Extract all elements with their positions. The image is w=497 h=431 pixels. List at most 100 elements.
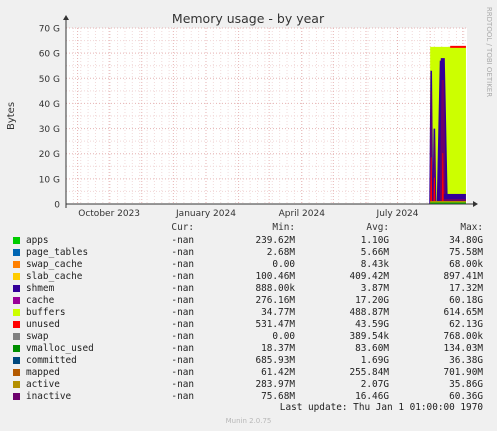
legend-row-vmalloc-used: vmalloc_used -nan 18.37M 83.60M 134.03M — [0, 343, 497, 355]
y-tick-label: 60 G — [39, 50, 60, 60]
legend-row-unused: unused -nan 531.47M 43.59G 62.13G — [0, 319, 497, 331]
legend-swatch — [13, 357, 20, 364]
legend-swatch — [13, 393, 20, 400]
x-axis-arrow — [473, 201, 478, 207]
legend-swatch — [13, 321, 20, 328]
legend-max: 701.90M — [443, 367, 483, 378]
legend-header-cur: Cur: — [171, 222, 194, 233]
y-tick-label: 30 G — [39, 125, 60, 135]
y-tick-label: 50 G — [39, 75, 60, 85]
legend-max: 768.00k — [443, 331, 483, 342]
legend-row-slab-cache: slab_cache -nan 100.46M 409.42M 897.41M — [0, 271, 497, 283]
y-axis-label: Bytes — [6, 102, 17, 130]
legend-min: 34.77M — [261, 307, 295, 318]
x-tick-label: July 2024 — [376, 209, 419, 219]
legend-label: slab_cache — [26, 271, 83, 282]
legend-swatch — [13, 285, 20, 292]
legend-avg: 389.54k — [349, 331, 389, 342]
legend-header-min: Min: — [272, 222, 295, 233]
legend-swatch — [13, 297, 20, 304]
legend-max: 614.65M — [443, 307, 483, 318]
legend-swatch — [13, 333, 20, 340]
legend-row-swap-cache: swap_cache -nan 0.00 8.43k 68.00k — [0, 259, 497, 271]
legend-cur: -nan — [171, 283, 194, 294]
legend-avg: 409.42M — [349, 271, 389, 282]
memory-usage-chart: Memory usage - by year Bytes RRDTOOL / T… — [6, 7, 493, 219]
x-tick-label: April 2024 — [279, 209, 326, 219]
legend-row-active: active -nan 283.97M 2.07G 35.86G — [0, 379, 497, 391]
legend-label: swap — [26, 331, 49, 342]
legend-label: unused — [26, 319, 60, 330]
legend-max: 68.00k — [449, 259, 483, 270]
legend-max: 60.36G — [449, 391, 483, 402]
legend-row-apps: apps -nan 239.62M 1.10G 34.80G — [0, 235, 497, 247]
legend-min: 276.16M — [255, 295, 295, 306]
y-tick-label: 70 G — [39, 25, 60, 35]
y-tick-label: 0 — [54, 201, 60, 211]
legend-max: 36.38G — [449, 355, 483, 366]
legend-min: 888.00k — [255, 283, 295, 294]
legend-max: 34.80G — [449, 235, 483, 246]
legend-label: buffers — [26, 307, 66, 318]
legend-avg: 1.69G — [360, 355, 389, 366]
legend-max: 35.86G — [449, 379, 483, 390]
legend-cur: -nan — [171, 379, 194, 390]
legend-row-cache: cache -nan 276.16M 17.20G 60.18G — [0, 295, 497, 307]
legend-header-max: Max: — [460, 222, 483, 233]
legend-cur: -nan — [171, 391, 194, 402]
y-axis-arrow — [63, 15, 69, 20]
legend-min: 61.42M — [261, 367, 295, 378]
legend-avg: 5.66M — [360, 247, 389, 258]
legend-min: 239.62M — [255, 235, 295, 246]
legend-swatch — [13, 345, 20, 352]
chart-title: Memory usage - by year — [172, 11, 325, 26]
legend-min: 100.46M — [255, 271, 295, 282]
legend-swatch — [13, 273, 20, 280]
legend-label: vmalloc_used — [26, 343, 94, 354]
legend-max: 75.58M — [449, 247, 483, 258]
legend-swatch — [13, 369, 20, 376]
legend-min: 75.68M — [261, 391, 295, 402]
legend-swatch — [13, 309, 20, 316]
legend-label: active — [26, 379, 60, 390]
legend-label: cache — [26, 295, 55, 306]
legend-avg: 17.20G — [355, 295, 389, 306]
y-tick-label: 20 G — [39, 150, 60, 160]
legend-avg: 255.84M — [349, 367, 389, 378]
legend-cur: -nan — [171, 235, 194, 246]
y-tick-label: 40 G — [39, 100, 60, 110]
legend-row-buffers: buffers -nan 34.77M 488.87M 614.65M — [0, 307, 497, 319]
legend-avg: 16.46G — [355, 391, 389, 402]
legend-avg: 488.87M — [349, 307, 389, 318]
legend-min: 685.93M — [255, 355, 295, 366]
legend-cur: -nan — [171, 295, 194, 306]
legend-min: 0.00 — [272, 331, 295, 342]
legend-avg: 1.10G — [360, 235, 389, 246]
legend-swatch — [13, 381, 20, 388]
y-tick-label: 10 G — [39, 175, 60, 185]
legend-avg: 3.87M — [360, 283, 389, 294]
legend-max: 134.03M — [443, 343, 483, 354]
legend-row-page-tables: page_tables -nan 2.68M 5.66M 75.58M — [0, 247, 497, 259]
legend-max: 62.13G — [449, 319, 483, 330]
rrdtool-credit: RRDTOOL / TOBI OETIKER — [485, 7, 493, 97]
legend-label: apps — [26, 235, 49, 246]
legend-cur: -nan — [171, 343, 194, 354]
legend-label: swap_cache — [26, 259, 83, 270]
legend-cur: -nan — [171, 271, 194, 282]
x-tick-label: January 2024 — [175, 209, 236, 219]
legend-max: 60.18G — [449, 295, 483, 306]
legend-row-shmem: shmem -nan 888.00k 3.87M 17.32M — [0, 283, 497, 295]
legend-cur: -nan — [171, 247, 194, 258]
legend-label: shmem — [26, 283, 55, 294]
legend-label: inactive — [26, 391, 72, 402]
munin-version: Munin 2.0.75 — [225, 417, 272, 425]
legend-header-avg: Avg: — [366, 222, 389, 233]
legend-avg: 2.07G — [360, 379, 389, 390]
legend-avg: 43.59G — [355, 319, 389, 330]
legend-min: 531.47M — [255, 319, 295, 330]
legend-row-swap: swap -nan 0.00 389.54k 768.00k — [0, 331, 497, 343]
legend-cur: -nan — [171, 259, 194, 270]
x-tick-labels: October 2023 January 2024 April 2024 July 2… — [78, 209, 419, 219]
legend-swatch — [13, 249, 20, 256]
